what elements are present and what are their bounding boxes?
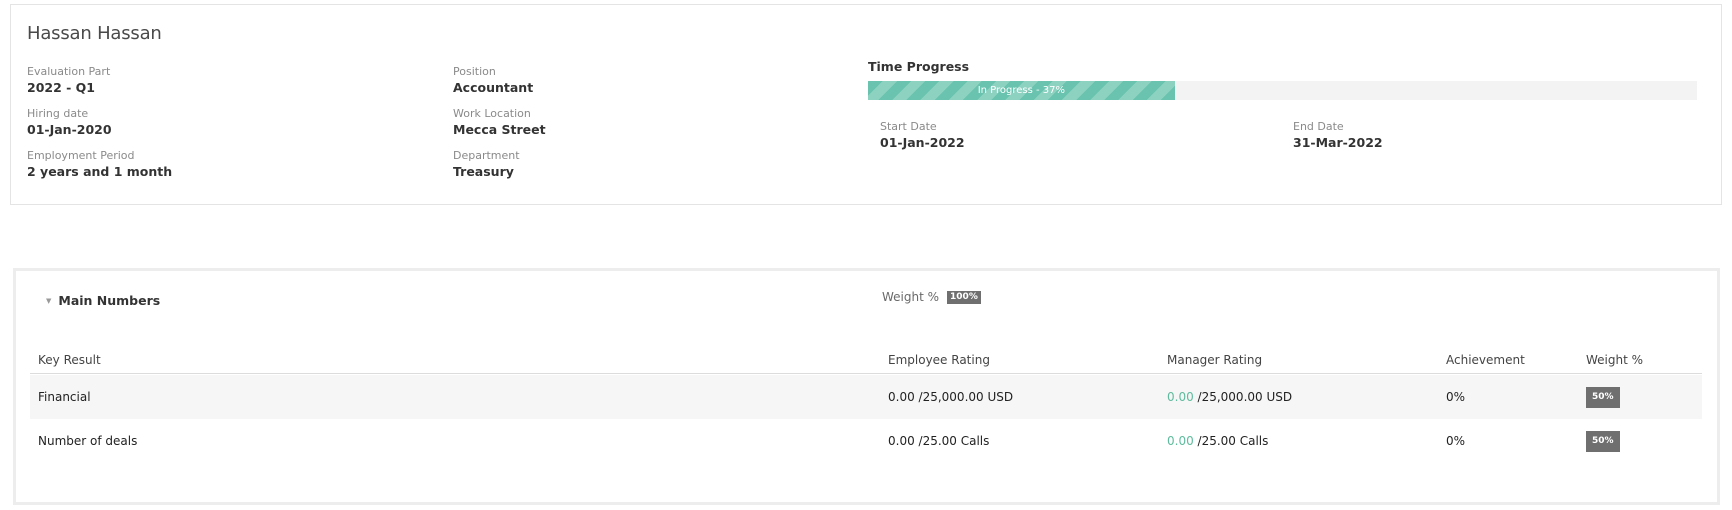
field-evaluation-part: Evaluation Part 2022 - Q1 <box>27 65 110 96</box>
cell-weight-badge: 50% <box>1586 387 1620 408</box>
field-value: 2 years and 1 month <box>27 164 173 179</box>
field-value: Treasury <box>453 164 514 179</box>
time-progress-title: Time Progress <box>868 59 970 74</box>
section-weight: Weight % 100% <box>882 290 981 304</box>
cell-manager-rating: 0.00 /25,000.00 USD <box>1167 375 1292 419</box>
manager-rating-target: /25.00 Calls <box>1193 434 1269 448</box>
field-start-date: Start Date 01-Jan-2022 <box>880 120 965 151</box>
field-employment-period: Employment Period 2 years and 1 month <box>27 149 172 180</box>
field-label: Start Date <box>880 120 937 133</box>
column-header-weight[interactable]: Weight % <box>1586 353 1643 367</box>
section-weight-badge: 100% <box>947 290 981 304</box>
column-header-employee-rating[interactable]: Employee Rating <box>888 353 990 367</box>
field-department: Department Treasury <box>453 149 520 180</box>
cell-key-result: Financial <box>38 390 91 404</box>
column-header-manager-rating[interactable]: Manager Rating <box>1167 353 1262 367</box>
field-label: End Date <box>1293 120 1344 133</box>
cell-employee-rating: 0.00 /25.00 Calls <box>888 434 990 448</box>
field-label: Department <box>453 149 520 162</box>
section-toggle-main-numbers[interactable]: ▼ Main Numbers <box>46 293 160 308</box>
cell-key-result: Number of deals <box>38 434 138 448</box>
key-results-card: ▼ Main Numbers Weight % 100% Key Result … <box>13 268 1720 505</box>
manager-rating-value[interactable]: 0.00 <box>1167 390 1194 404</box>
cell-employee-rating: 0.00 /25,000.00 USD <box>888 390 1014 404</box>
manager-rating-target: /25,000.00 USD <box>1193 390 1293 404</box>
field-hiring-date: Hiring date 01-Jan-2020 <box>27 107 112 138</box>
cell-weight-badge: 50% <box>1586 431 1620 452</box>
table-row[interactable]: Financial 0.00 /25,000.00 USD 0.00 /25,0… <box>30 375 1702 419</box>
cell-achievement: 0% <box>1446 434 1466 448</box>
cell-manager-rating: 0.00 /25.00 Calls <box>1167 419 1268 463</box>
field-label: Position <box>453 65 496 78</box>
field-label: Hiring date <box>27 107 89 120</box>
manager-rating-value[interactable]: 0.00 <box>1167 434 1194 448</box>
section-title: Main Numbers <box>58 293 161 308</box>
field-value: Accountant <box>453 80 534 95</box>
field-label: Evaluation Part <box>27 65 111 78</box>
table-row[interactable]: Number of deals 0.00 /25.00 Calls 0.00 /… <box>30 419 1702 463</box>
time-progress-bar: In Progress - 37% <box>868 81 1697 100</box>
employee-name: Hassan Hassan <box>27 23 162 44</box>
field-label: Employment Period <box>27 149 135 162</box>
caret-down-icon: ▼ <box>46 296 52 305</box>
section-weight-label: Weight % <box>882 290 940 304</box>
field-label: Work Location <box>453 107 531 120</box>
field-value: 2022 - Q1 <box>27 80 96 95</box>
field-position: Position Accountant <box>453 65 533 96</box>
time-progress-text: In Progress - 37% <box>977 85 1066 96</box>
field-value: 31-Mar-2022 <box>1293 135 1383 150</box>
column-header-achievement[interactable]: Achievement <box>1446 353 1525 367</box>
table-header: Key Result Employee Rating Manager Ratin… <box>30 353 1702 374</box>
field-end-date: End Date 31-Mar-2022 <box>1293 120 1383 151</box>
cell-achievement: 0% <box>1446 390 1466 404</box>
field-work-location: Work Location Mecca Street <box>453 107 546 138</box>
field-value: 01-Jan-2022 <box>880 135 965 150</box>
field-value: 01-Jan-2020 <box>27 122 112 137</box>
employee-summary-card: Hassan Hassan Evaluation Part 2022 - Q1 … <box>10 4 1722 205</box>
field-value: Mecca Street <box>453 122 546 137</box>
column-header-key-result[interactable]: Key Result <box>38 353 101 367</box>
